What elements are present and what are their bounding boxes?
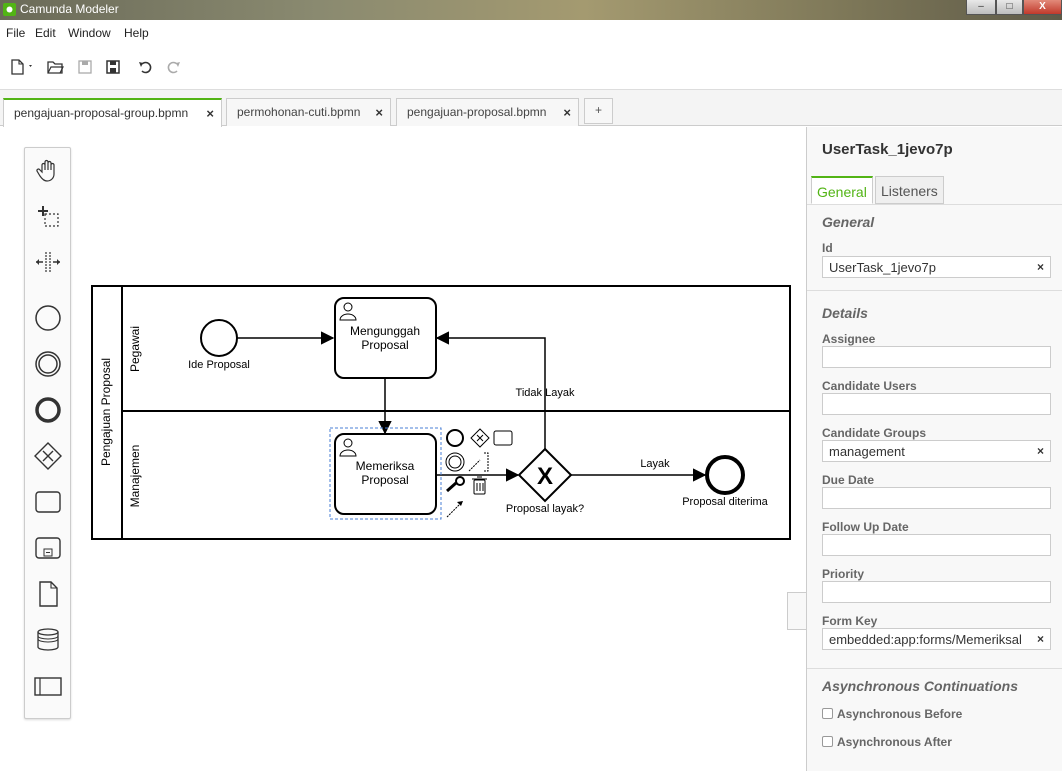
close-button[interactable]: X	[1023, 0, 1062, 15]
tab-close-icon[interactable]: ×	[563, 105, 571, 120]
flow-label-layak: Layak	[640, 458, 670, 470]
group-details-title: Details	[822, 305, 868, 321]
append-intermediate-event-icon[interactable]	[445, 452, 465, 472]
priority-label: Priority	[822, 567, 865, 581]
assignee-field[interactable]	[822, 346, 1051, 368]
open-folder-icon[interactable]	[46, 58, 64, 76]
tab-label: pengajuan-proposal.bpmn	[407, 105, 547, 119]
tab-label: pengajuan-proposal-group.bpmn	[14, 106, 189, 120]
task2-label-line2: Proposal	[361, 473, 408, 487]
bpmn-diagram: Pengajuan Proposal Pegawai Manajemen Tid…	[91, 285, 791, 540]
lane-label-manajemen: Manajemen	[128, 445, 142, 508]
user-task-memeriksa-proposal[interactable]: Memeriksa Proposal	[329, 427, 442, 520]
menu-edit[interactable]: Edit	[35, 26, 56, 40]
properties-panel-toggle[interactable]	[787, 592, 807, 630]
candidate-groups-label: Candidate Groups	[822, 426, 927, 440]
candidate-users-field[interactable]	[822, 393, 1051, 415]
maximize-button[interactable]: □	[996, 0, 1023, 15]
task1-label-line1: Mengunggah	[350, 324, 420, 338]
diagram-canvas[interactable]: Pengajuan Proposal Pegawai Manajemen Tid…	[0, 127, 807, 771]
new-file-icon[interactable]	[8, 58, 36, 76]
task2-label-line1: Memeriksa	[356, 459, 415, 473]
form-key-field[interactable]: embedded:app:forms/Memeriksal ×	[822, 628, 1051, 650]
menu-window[interactable]: Window	[68, 26, 111, 40]
async-after-label: Asynchronous After	[837, 735, 952, 749]
menu-help[interactable]: Help	[124, 26, 149, 40]
menu-file[interactable]: File	[6, 26, 25, 40]
clear-form-key-icon[interactable]: ×	[1037, 632, 1044, 646]
window-title: Camunda Modeler	[20, 2, 119, 16]
tab-bar: pengajuan-proposal-group.bpmn × permohon…	[0, 90, 1062, 127]
form-key-label: Form Key	[822, 614, 878, 628]
camunda-app-icon	[3, 3, 16, 16]
tab-close-icon[interactable]: ×	[375, 105, 383, 120]
follow-up-date-label: Follow Up Date	[822, 520, 909, 534]
element-id-title: UserTask_1jevo7p	[822, 141, 953, 158]
tab-general[interactable]: General	[811, 176, 873, 204]
async-after-checkbox[interactable]	[822, 736, 833, 747]
undo-icon[interactable]	[137, 58, 155, 76]
id-value: UserTask_1jevo7p	[829, 260, 936, 275]
group-async-title: Asynchronous Continuations	[822, 678, 1018, 694]
append-end-event-icon[interactable]	[446, 429, 464, 447]
end-event-label: Proposal diterima	[682, 496, 768, 508]
tab-label: permohonan-cuti.bpmn	[237, 105, 361, 119]
id-label: Id	[822, 241, 833, 255]
clear-candidate-groups-icon[interactable]: ×	[1037, 444, 1044, 458]
clear-id-icon[interactable]: ×	[1037, 260, 1044, 274]
save-icon[interactable]	[76, 58, 94, 76]
follow-up-date-field[interactable]	[822, 534, 1051, 556]
candidate-groups-field[interactable]: management ×	[822, 440, 1051, 462]
user-task-mengunggah-proposal[interactable]: Mengunggah Proposal	[334, 297, 437, 379]
pool-label: Pengajuan Proposal	[99, 358, 113, 466]
async-before-label: Asynchronous Before	[837, 707, 963, 721]
tab-pengajuan-proposal-group[interactable]: pengajuan-proposal-group.bpmn ×	[3, 98, 222, 127]
tab-pengajuan-proposal[interactable]: pengajuan-proposal.bpmn ×	[396, 98, 579, 126]
gateway-symbol: X	[537, 463, 553, 490]
start-event-label: Ide Proposal	[188, 359, 250, 371]
redo-icon[interactable]	[164, 58, 182, 76]
assignee-label: Assignee	[822, 332, 876, 346]
properties-panel: UserTask_1jevo7p General Listeners Gener…	[806, 127, 1062, 771]
add-tab-button[interactable]: +	[584, 98, 613, 124]
menu-bar: File Edit Window Help	[0, 20, 1062, 46]
toolbar	[0, 46, 1062, 90]
tab-listeners[interactable]: Listeners	[875, 176, 944, 204]
append-task-icon[interactable]	[493, 430, 513, 446]
flow-label-tidak-layak: Tidak Layak	[516, 387, 575, 399]
lane-label-pegawai: Pegawai	[128, 326, 142, 372]
minimize-button[interactable]: –	[966, 0, 996, 15]
gateway-label: Proposal layak?	[506, 503, 584, 515]
group-general-title: General	[822, 214, 875, 230]
form-key-value: embedded:app:forms/Memeriksal	[829, 632, 1022, 647]
tab-permohonan-cuti[interactable]: permohonan-cuti.bpmn ×	[226, 98, 391, 126]
async-before-checkbox[interactable]	[822, 708, 833, 719]
async-before-option[interactable]: Asynchronous Before	[822, 707, 962, 721]
task1-label-line2: Proposal	[361, 338, 408, 352]
candidate-users-label: Candidate Users	[822, 379, 917, 393]
save-all-icon[interactable]	[104, 58, 122, 76]
priority-field[interactable]	[822, 581, 1051, 603]
id-field[interactable]: UserTask_1jevo7p ×	[822, 256, 1051, 278]
due-date-field[interactable]	[822, 487, 1051, 509]
candidate-groups-value: management	[829, 444, 905, 459]
due-date-label: Due Date	[822, 473, 875, 487]
lane-manajemen[interactable]: Manajemen	[128, 445, 142, 508]
tab-close-icon[interactable]: ×	[206, 106, 214, 121]
title-bar: Camunda Modeler – □ X	[0, 0, 1062, 20]
async-after-option[interactable]: Asynchronous After	[822, 735, 952, 749]
